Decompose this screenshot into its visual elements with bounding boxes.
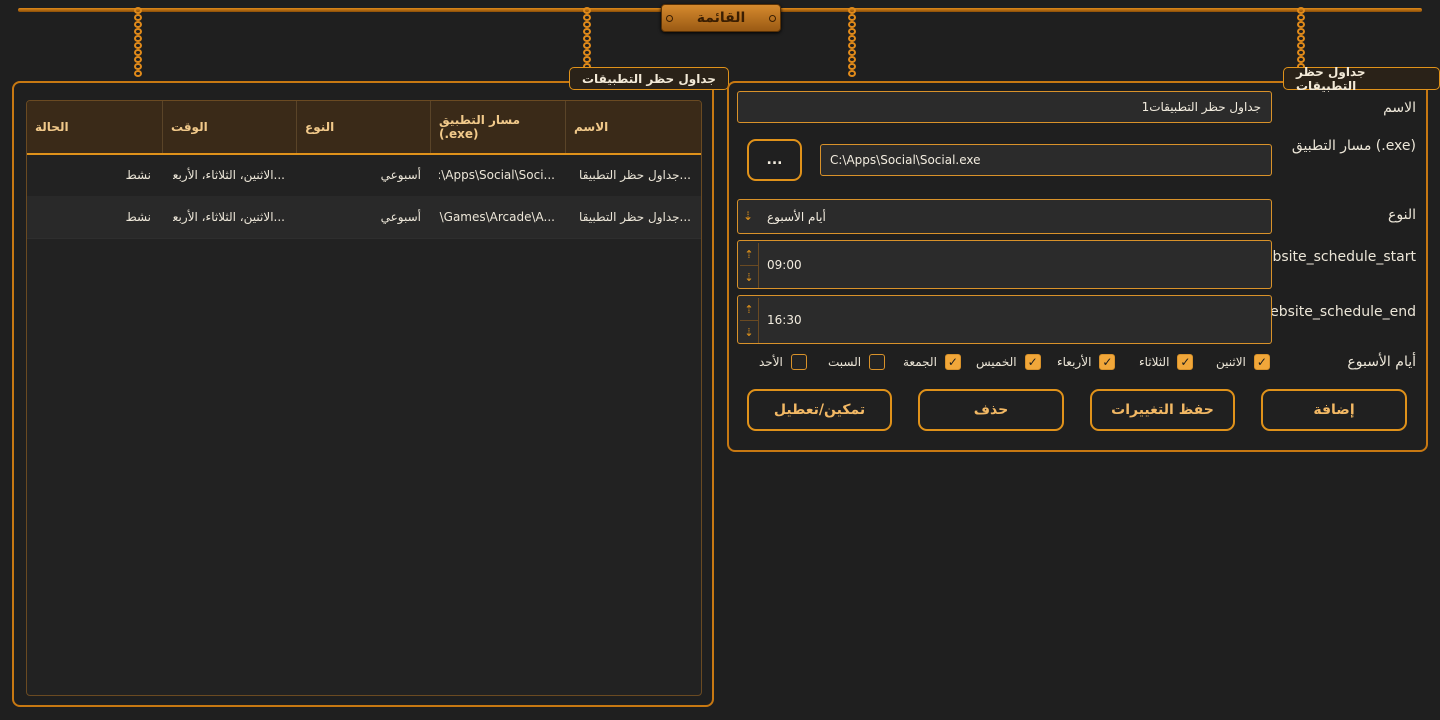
path-input[interactable]: C:\Apps\Social\Social.exe bbox=[820, 144, 1272, 176]
column-header-name[interactable]: الاسم bbox=[565, 101, 701, 153]
end-time-value: 16:30 bbox=[767, 312, 802, 327]
table-header: الاسم مسار التطبيق (.exe) النوع الوقت ال… bbox=[27, 101, 701, 155]
day-label: السبت bbox=[828, 355, 862, 369]
check-icon[interactable]: ✓ bbox=[1024, 354, 1041, 370]
cell-path: C:\Games\Arcade\A... bbox=[439, 210, 555, 224]
check-icon[interactable]: ✓ bbox=[1253, 354, 1270, 370]
name-input-value: جداول حظر التطبيقات1 bbox=[1141, 100, 1261, 114]
day-label: الاثنين bbox=[1216, 355, 1246, 369]
arrow-down-icon[interactable]: ⇣ bbox=[740, 321, 758, 343]
spin-buttons: ⇡ ⇣ bbox=[740, 298, 759, 343]
day-label: الأربعاء bbox=[1057, 355, 1092, 369]
day-checkbox-wednesday[interactable]: الأربعاء ✓ bbox=[1057, 352, 1116, 372]
day-label: الثلاثاء bbox=[1139, 355, 1170, 369]
type-select-value: أيام الأسبوع bbox=[767, 209, 826, 224]
table-row[interactable]: جداول حظر التطبيقا... C:\Games\Arcade\A.… bbox=[27, 196, 701, 239]
schedule-form-title: جداول حظر التطبيقات bbox=[1283, 65, 1440, 93]
schedule-list-title: جداول حظر التطبيقات bbox=[569, 67, 729, 90]
cell-time: الاثنين، الثلاثاء، الأربعا... bbox=[173, 210, 285, 224]
column-header-path[interactable]: مسار التطبيق (.exe) bbox=[430, 101, 565, 153]
check-icon[interactable]: ✓ bbox=[944, 354, 961, 370]
cell-type: أسبوعي bbox=[380, 168, 421, 182]
type-select[interactable]: ⇣ أيام الأسبوع bbox=[737, 199, 1272, 234]
chain-decoration bbox=[133, 7, 143, 79]
day-checkbox-monday[interactable]: الاثنين ✓ bbox=[1216, 352, 1270, 372]
day-label: الأحد bbox=[759, 355, 783, 369]
cell-status: نشط bbox=[125, 210, 151, 224]
cell-name: جداول حظر التطبيقا... bbox=[579, 210, 691, 224]
end-label: website_schedule_end bbox=[1258, 304, 1416, 320]
menu-button[interactable]: القائمة bbox=[661, 4, 781, 32]
day-label: الخميس bbox=[976, 355, 1017, 369]
arrow-up-icon[interactable]: ⇡ bbox=[740, 298, 758, 321]
check-icon[interactable]: ✓ bbox=[1177, 354, 1194, 370]
column-header-time[interactable]: الوقت bbox=[162, 101, 296, 153]
menu-title: القائمة bbox=[696, 10, 746, 26]
start-label: website_schedule_start bbox=[1252, 249, 1416, 265]
spin-buttons: ⇡ ⇣ bbox=[740, 243, 759, 288]
save-button[interactable]: حفظ التغييرات bbox=[1090, 389, 1235, 431]
check-icon[interactable]: ✓ bbox=[1099, 354, 1116, 370]
checkbox-empty[interactable] bbox=[790, 354, 807, 370]
path-label: مسار التطبيق (.exe) bbox=[1291, 138, 1416, 154]
type-label: النوع bbox=[1388, 207, 1416, 223]
rivet-icon bbox=[769, 15, 776, 22]
checkbox-empty[interactable] bbox=[869, 354, 886, 370]
days-label: أيام الأسبوع bbox=[1347, 354, 1416, 370]
day-label: الجمعة bbox=[903, 355, 937, 369]
cell-time: الاثنين، الثلاثاء، الأربعا... bbox=[173, 168, 285, 182]
path-input-value: C:\Apps\Social\Social.exe bbox=[830, 153, 981, 167]
add-button[interactable]: إضافة bbox=[1261, 389, 1407, 431]
toggle-button[interactable]: تمكين/تعطيل bbox=[747, 389, 892, 431]
cell-name: جداول حظر التطبيقا... bbox=[579, 168, 691, 182]
chain-decoration bbox=[847, 7, 857, 79]
end-time-spinbox[interactable]: ⇡ ⇣ 16:30 bbox=[737, 295, 1272, 344]
table-row[interactable]: جداول حظر التطبيقا... C:\Apps\Social\Soc… bbox=[27, 154, 701, 197]
day-checkbox-friday[interactable]: الجمعة ✓ bbox=[903, 352, 961, 372]
start-time-value: 09:00 bbox=[767, 257, 802, 272]
arrow-down-icon[interactable]: ⇣ bbox=[740, 266, 758, 288]
name-input[interactable]: جداول حظر التطبيقات1 bbox=[737, 91, 1272, 123]
schedule-table: الاسم مسار التطبيق (.exe) النوع الوقت ال… bbox=[26, 100, 702, 696]
cell-status: نشط bbox=[125, 168, 151, 182]
cell-type: أسبوعي bbox=[380, 210, 421, 224]
day-checkbox-saturday[interactable]: السبت bbox=[828, 352, 886, 372]
arrow-down-icon: ⇣ bbox=[743, 209, 754, 223]
day-checkbox-sunday[interactable]: الأحد bbox=[759, 352, 807, 372]
day-checkbox-thursday[interactable]: الخميس ✓ bbox=[976, 352, 1041, 372]
day-checkbox-tuesday[interactable]: الثلاثاء ✓ bbox=[1139, 352, 1194, 372]
rivet-icon bbox=[666, 15, 673, 22]
browse-button[interactable]: ... bbox=[747, 139, 802, 181]
name-label: الاسم bbox=[1383, 100, 1416, 116]
column-header-type[interactable]: النوع bbox=[296, 101, 430, 153]
arrow-up-icon[interactable]: ⇡ bbox=[740, 243, 758, 266]
start-time-spinbox[interactable]: ⇡ ⇣ 09:00 bbox=[737, 240, 1272, 289]
column-header-status[interactable]: الحالة bbox=[27, 101, 162, 153]
delete-button[interactable]: حذف bbox=[918, 389, 1064, 431]
cell-path: C:\Apps\Social\Soci... bbox=[439, 168, 555, 182]
